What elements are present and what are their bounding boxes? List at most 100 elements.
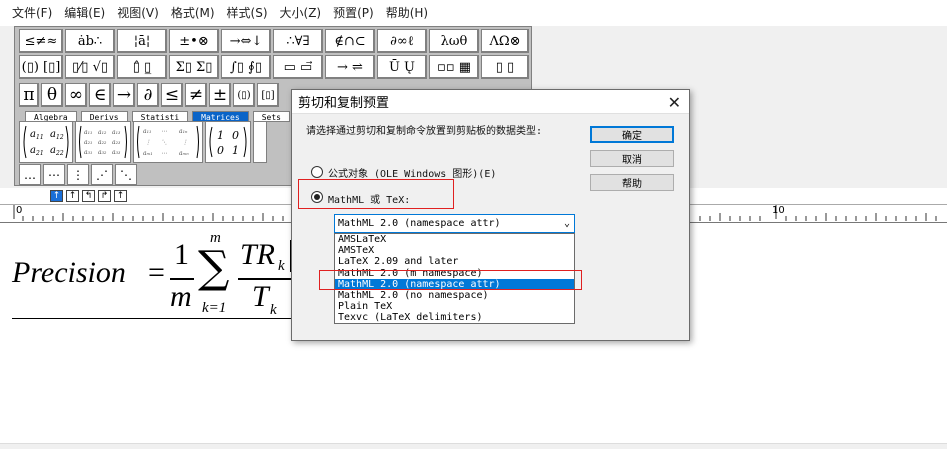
close-icon[interactable]: ✕ xyxy=(668,93,681,112)
list-item[interactable]: Plain TeX xyxy=(335,301,574,312)
integral-templates-button[interactable]: ∫▯ ∮▯ xyxy=(221,55,271,79)
svg-text:⋯: ⋯ xyxy=(161,150,167,157)
menu-file[interactable]: 文件(F) xyxy=(6,0,58,26)
formula-inner-den: T xyxy=(252,280,269,313)
svg-text:a₂₃: a₂₃ xyxy=(112,139,121,146)
matrix-templates-row: a 11 a 12 a 21 a 22 a₁₁ a₁₂ a₁₃ a₂₁ a₂₂ a₂₃ a₃₁ a₃₂ a₃₃… xyxy=(19,121,267,163)
dialog-instruction: 请选择通过剪切和复制命令放置到剪贴板的数据类型: xyxy=(306,126,543,137)
matrix-2x2-icon[interactable]: a 11 a 12 a 21 a 22 xyxy=(19,121,73,163)
spaces-ellipses-button[interactable]: ȧb∴ xyxy=(65,29,115,53)
list-item[interactable]: MathML 2.0 (no namespace) xyxy=(335,290,574,301)
menu-preferences[interactable]: 预置(P) xyxy=(327,0,380,26)
dialog-titlebar: 剪切和复制预置 xyxy=(292,90,689,114)
arrow-up-right-icon[interactable]: ↱ xyxy=(98,190,111,202)
greek-upper-button[interactable]: ΛΩ⊗ xyxy=(481,29,529,53)
palette-row-3: π θ ∞ ∈ → ∂ ≤ ≠ ± (▯) [▯] xyxy=(19,83,279,107)
svg-text:a₁₂: a₁₂ xyxy=(98,129,107,136)
center-ellipsis-button[interactable]: ⋯ xyxy=(43,164,65,185)
menu-size[interactable]: 大小(Z) xyxy=(274,0,328,26)
svg-text:a₁₃: a₁₃ xyxy=(112,129,121,136)
list-item[interactable]: LaTeX 2.09 and later xyxy=(335,256,574,267)
svg-text:a₁ₙ: a₁ₙ xyxy=(179,128,188,135)
summation-templates-button[interactable]: Σ▯ Σ▯ xyxy=(169,55,219,79)
diagonal-down-ellipsis-button[interactable]: ⋱ xyxy=(115,164,137,185)
identity-matrix-icon[interactable]: 1001 xyxy=(205,121,251,163)
list-item[interactable]: Texvc (LaTeX delimiters) xyxy=(335,312,574,323)
set-theory-button[interactable]: ∉∩⊂ xyxy=(325,29,375,53)
ok-button[interactable]: 确定 xyxy=(590,126,674,143)
diagonal-up-ellipsis-button[interactable]: ⋰ xyxy=(91,164,113,185)
arrow-up-left-icon[interactable]: ↰ xyxy=(82,190,95,202)
annotation-box-selected-option xyxy=(319,270,582,290)
products-set-theory-button[interactable]: Ū Ų xyxy=(377,55,427,79)
ruler-label-10: 10 xyxy=(772,205,785,216)
menu-edit[interactable]: 编辑(E) xyxy=(58,0,111,26)
operator-symbols-button[interactable]: ±•⊗ xyxy=(169,29,219,53)
pi-symbol-button[interactable]: π xyxy=(19,83,39,107)
svg-text:aₘₙ: aₘₙ xyxy=(179,150,189,157)
matrix-3x3-icon[interactable]: a₁₁ a₁₂ a₁₃ a₂₁ a₂₂ a₂₃ a₃₁ a₃₂ a₃₃ xyxy=(75,121,131,163)
misc-symbols-button[interactable]: ∂∞ℓ xyxy=(377,29,427,53)
arrow-up-icon[interactable]: ↑ xyxy=(66,190,79,202)
menu-view[interactable]: 视图(V) xyxy=(111,0,165,26)
svg-text:0: 0 xyxy=(217,144,224,157)
list-item[interactable]: AMSLaTeX xyxy=(335,234,574,245)
matrix-templates-button[interactable]: ▫▫ ▦ xyxy=(429,55,479,79)
menu-help[interactable]: 帮助(H) xyxy=(380,0,434,26)
arrow-symbols-button[interactable]: →⇔↓ xyxy=(221,29,271,53)
help-button[interactable]: 帮助 xyxy=(590,174,674,191)
formula-underline xyxy=(12,318,302,319)
formula-area[interactable]: Precision = 1 m m ∑ k=1 TR k T k xyxy=(12,230,332,322)
formula-inner-den-sub: k xyxy=(270,302,277,318)
menu-bar: 文件(F) 编辑(E) 视图(V) 格式(M) 样式(S) 大小(Z) 预置(P… xyxy=(0,0,947,26)
svg-text:aₘ₁: aₘ₁ xyxy=(143,150,153,157)
annotation-box-mathml-radio xyxy=(298,179,454,209)
right-arrow-symbol-button[interactable]: → xyxy=(113,83,135,107)
infinity-symbol-button[interactable]: ∞ xyxy=(65,83,87,107)
labeled-arrow-button[interactable]: → ⇌ xyxy=(325,55,375,79)
greek-lower-button[interactable]: λωθ xyxy=(429,29,479,53)
svg-text:22: 22 xyxy=(55,150,64,157)
fence-templates-button[interactable]: (▯) [▯] xyxy=(19,55,63,79)
element-of-symbol-button[interactable]: ∈ xyxy=(89,83,111,107)
vertical-ellipsis-button[interactable]: ⋮ xyxy=(67,164,89,185)
horizontal-ellipsis-button[interactable]: … xyxy=(19,164,41,185)
menu-format[interactable]: 格式(M) xyxy=(165,0,221,26)
formula-lhs: Precision xyxy=(12,256,126,289)
formula-frac-num: 1 xyxy=(174,238,189,271)
arrow-up-icon[interactable]: ↑ xyxy=(50,190,63,202)
format-combobox[interactable]: MathML 2.0 (namespace attr) ⌄ xyxy=(334,214,575,233)
radio-ole-object[interactable] xyxy=(311,166,323,178)
list-item[interactable]: AMSTeX xyxy=(335,245,574,256)
matrix-mxn-icon[interactable]: a₁₁ ⋯ a₁ₙ ⋮ ⋱ ⋮ aₘ₁ ⋯ aₘₙ xyxy=(133,121,203,163)
bracket-template-button[interactable]: [▯] xyxy=(257,83,279,107)
box-templates-button[interactable]: ▯ ▯ xyxy=(481,55,529,79)
menu-style[interactable]: 样式(S) xyxy=(221,0,274,26)
arrow-up-small-icon[interactable]: ↑ xyxy=(114,190,127,202)
sum-lower-limit: k=1 xyxy=(202,300,227,316)
not-equal-symbol-button[interactable]: ≠ xyxy=(185,83,207,107)
dialog-title: 剪切和复制预置 xyxy=(298,96,390,111)
subscript-superscript-button[interactable]: ▯̂ ▯̲ xyxy=(117,55,167,79)
partial-symbol-button[interactable]: ∂ xyxy=(137,83,159,107)
combo-value: MathML 2.0 (namespace attr) xyxy=(338,218,501,229)
logical-symbols-button[interactable]: ∴∀∃ xyxy=(273,29,323,53)
plus-minus-symbol-button[interactable]: ± xyxy=(209,83,231,107)
underbar-overbar-button[interactable]: ▭ ▭⃗ xyxy=(273,55,323,79)
chevron-down-icon[interactable]: ⌄ xyxy=(564,215,570,232)
svg-text:0: 0 xyxy=(232,129,239,142)
relational-symbols-button[interactable]: ≤≠≈ xyxy=(19,29,63,53)
formula-inner-num-sub: k xyxy=(278,258,285,274)
theta-symbol-button[interactable]: θ xyxy=(41,83,63,107)
paren-template-button[interactable]: (▯) xyxy=(233,83,255,107)
cancel-button[interactable]: 取消 xyxy=(590,150,674,167)
embellishments-button[interactable]: ¦ā¦ xyxy=(117,29,167,53)
formula-inner-num: TR xyxy=(240,238,276,271)
svg-text:⋮: ⋮ xyxy=(182,139,188,146)
svg-text:a₃₃: a₃₃ xyxy=(112,149,121,156)
summation-icon: ∑ xyxy=(198,242,230,293)
svg-text:⋮: ⋮ xyxy=(145,139,151,146)
matrix-partial-icon[interactable] xyxy=(253,121,267,163)
fraction-radical-button[interactable]: ▯⁄▯ √▯ xyxy=(65,55,115,79)
less-equal-symbol-button[interactable]: ≤ xyxy=(161,83,183,107)
